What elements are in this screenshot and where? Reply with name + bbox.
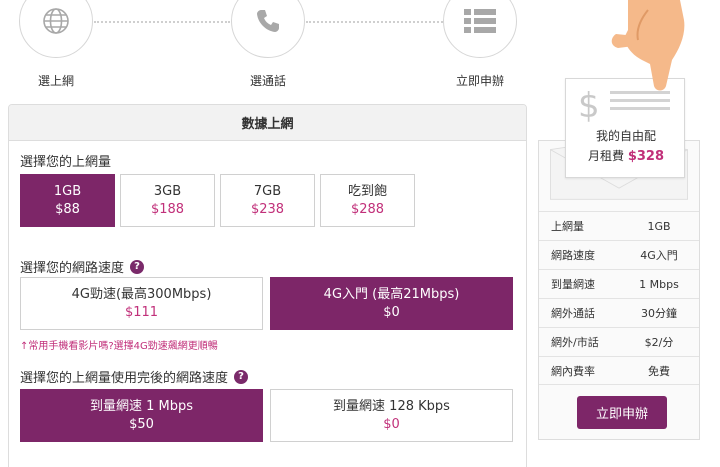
- data-plan-panel: 數據上網 選擇您的上網量 1GB $88 3GB $188 7GB $238 吃…: [8, 104, 527, 467]
- speed-option-4g-basic[interactable]: 4G入門 (最高21Mbps) $0: [270, 277, 513, 330]
- data-option-1gb[interactable]: 1GB $88: [20, 174, 115, 227]
- question-network-speed: 選擇您的網路速度 ?: [20, 257, 145, 276]
- summary-row: 網外通話 30分鐘: [539, 298, 699, 327]
- summary-value: 30分鐘: [641, 307, 677, 320]
- option-price: $188: [150, 201, 185, 217]
- step-label-data: 選上網: [37, 74, 74, 88]
- card-title: 我的自由配: [595, 129, 656, 143]
- panel-title: 數據上網: [9, 105, 526, 141]
- summary-value: 1 Mbps: [639, 277, 679, 291]
- option-price: $50: [129, 416, 154, 432]
- option-name: 4G入門 (最高21Mbps): [323, 286, 460, 302]
- question-label: 選擇您的上網量: [20, 155, 112, 170]
- summary-key: 網內費率: [551, 364, 595, 378]
- after-cap-option-1mbps[interactable]: 到量網速 1 Mbps $50: [20, 389, 263, 442]
- option-name: 7GB: [253, 183, 282, 199]
- summary-row: 網路速度 4G入門: [539, 240, 699, 269]
- summary-row: 上網量 1GB: [539, 211, 699, 240]
- summary-row: 網外/市話 $2/分: [539, 327, 699, 356]
- summary-value: $2/分: [644, 336, 674, 349]
- globe-icon: [43, 8, 69, 34]
- option-price: $111: [124, 304, 159, 320]
- data-option-unlimited[interactable]: 吃到飽 $288: [320, 174, 415, 227]
- option-price: $0: [383, 304, 400, 320]
- question-label: 選擇您的上網量使用完後的網路速度: [20, 371, 229, 386]
- step-select-call[interactable]: [231, 0, 305, 58]
- after-cap-option-128kbps[interactable]: 到量網速 128 Kbps $0: [270, 389, 513, 442]
- summary-value: 免費: [648, 364, 670, 378]
- summary-key: 到量網速: [551, 278, 595, 291]
- speed-tip: ↑常用手機看影片嗎?選擇4G勁速飆網更順暢: [20, 341, 218, 352]
- step-progress: 選上網 選通話 立即申辦: [0, 0, 530, 100]
- step-label-call: 選通話: [249, 74, 286, 88]
- option-name: 吃到飽: [347, 183, 387, 199]
- data-option-7gb[interactable]: 7GB $238: [220, 174, 315, 227]
- option-price: $238: [250, 201, 285, 217]
- question-after-cap-speed: 選擇您的上網量使用完後的網路速度 ?: [20, 367, 249, 386]
- monthly-fee-amount: $328: [627, 149, 665, 164]
- step-label-apply: 立即申辦: [455, 74, 504, 88]
- option-name: 4G勁速(最高300Mbps): [71, 286, 212, 302]
- option-name: 到量網速 128 Kbps: [333, 398, 450, 414]
- option-name: 3GB: [153, 183, 182, 199]
- summary-key: 上網量: [551, 220, 584, 233]
- option-price: $0: [383, 416, 400, 432]
- summary-row: 網內費率 免費: [539, 356, 699, 385]
- option-name: 到量網速 1 Mbps: [89, 398, 194, 414]
- question-label: 選擇您的網路速度: [20, 261, 125, 276]
- summary-value: 4G入門: [640, 249, 678, 262]
- monthly-fee-label: 月租費: [587, 149, 624, 163]
- monthly-fee: 月租費 $328: [566, 147, 686, 164]
- help-icon[interactable]: ?: [234, 369, 249, 384]
- summary-value: 1GB: [647, 219, 671, 233]
- question-data-amount: 選擇您的上網量: [20, 151, 111, 170]
- summary-key: 網外/市話: [551, 336, 599, 349]
- summary-key: 網外通話: [551, 307, 595, 320]
- phone-icon: [257, 10, 279, 32]
- summary-row: 到量網速 1 Mbps: [539, 269, 699, 298]
- step-apply[interactable]: [443, 0, 517, 58]
- plan-summary: 上網量 1GB 網路速度 4G入門 到量網速 1 Mbps 網外通話 30分鐘 …: [538, 140, 700, 440]
- summary-key: 網路速度: [551, 249, 595, 262]
- help-icon[interactable]: ?: [130, 259, 145, 274]
- option-name: 1GB: [53, 183, 82, 199]
- option-price: $288: [350, 201, 385, 217]
- option-price: $88: [55, 201, 80, 217]
- step-connector: [94, 21, 230, 23]
- speed-option-4g-turbo[interactable]: 4G勁速(最高300Mbps) $111: [20, 277, 263, 330]
- step-connector: [306, 21, 443, 23]
- apply-now-button[interactable]: 立即申辦: [577, 396, 667, 429]
- hand-illustration: [611, 0, 685, 91]
- list-icon: [464, 9, 496, 33]
- summary-table: 上網量 1GB 網路速度 4G入門 到量網速 1 Mbps 網外通話 30分鐘 …: [539, 211, 699, 385]
- step-select-data[interactable]: [19, 0, 93, 58]
- data-option-3gb[interactable]: 3GB $188: [120, 174, 215, 227]
